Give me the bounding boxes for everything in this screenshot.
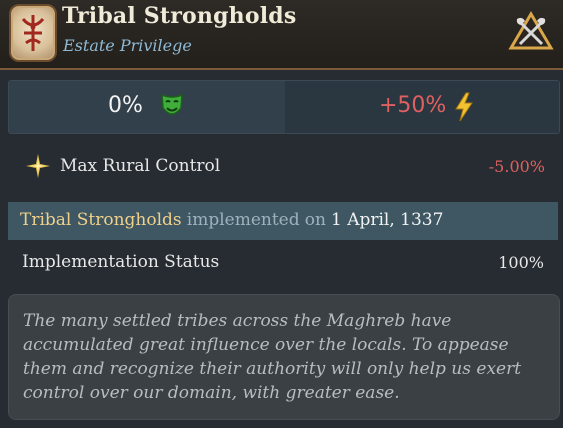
implementation-date: 1 April, 1337 bbox=[330, 210, 444, 230]
status-value: 100% bbox=[498, 253, 544, 272]
description-box: The many settled tribes across the Maghr… bbox=[8, 294, 560, 420]
lightning-bolt-icon bbox=[455, 92, 473, 122]
privilege-name[interactable]: Tribal Strongholds bbox=[20, 210, 182, 230]
privilege-type-label: Estate Privilege bbox=[63, 36, 192, 55]
implementation-row: Tribal Strongholds implemented on 1 Apri… bbox=[8, 202, 558, 240]
modifier-row: Max Rural Control -5.00% bbox=[0, 146, 563, 186]
influence-value: +50% bbox=[379, 93, 447, 118]
implemented-text: implemented bbox=[186, 210, 300, 230]
satisfaction-value: 0% bbox=[108, 93, 143, 118]
status-row: Implementation Status 100% bbox=[0, 248, 563, 278]
influence-cell: +50% bbox=[285, 81, 559, 133]
on-text: on bbox=[304, 210, 326, 230]
axes-estate-icon[interactable] bbox=[508, 10, 554, 52]
status-label: Implementation Status bbox=[22, 252, 220, 272]
tooltip-header: Tribal Strongholds Estate Privilege bbox=[0, 0, 563, 70]
satisfaction-cell: 0% bbox=[9, 81, 285, 133]
description-text: The many settled tribes across the Maghr… bbox=[23, 311, 522, 403]
page-title: Tribal Strongholds bbox=[62, 3, 297, 29]
star-burst-icon bbox=[26, 154, 50, 178]
tribal-glyph-icon bbox=[9, 4, 57, 62]
green-mask-icon bbox=[161, 93, 183, 115]
modifier-label: Max Rural Control bbox=[60, 156, 221, 176]
estate-stats-bar: 0% +50% bbox=[8, 80, 560, 134]
modifier-value: -5.00% bbox=[488, 157, 545, 176]
